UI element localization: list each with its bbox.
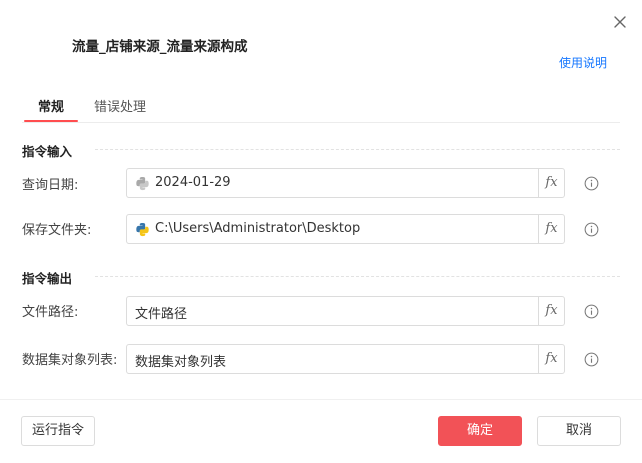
file-path-value: 文件路径 xyxy=(135,307,188,322)
query-date-value: 2024-01-29 xyxy=(155,175,231,190)
close-icon[interactable] xyxy=(610,12,630,32)
command-dialog: 流量_店铺来源_流量来源构成 使用说明 常规 错误处理 指令输入 查询日期: 2… xyxy=(0,0,642,463)
dataset-list-field[interactable]: 数据集对象列表 fx xyxy=(126,344,565,374)
python-icon xyxy=(136,222,149,237)
info-icon[interactable] xyxy=(584,352,599,367)
info-icon[interactable] xyxy=(584,176,599,191)
field-label-save-folder: 保存文件夹: xyxy=(22,223,92,238)
field-label-file-path: 文件路径: xyxy=(22,305,79,320)
field-label-query-date: 查询日期: xyxy=(22,178,79,193)
fx-button[interactable]: fx xyxy=(538,215,564,243)
file-path-field[interactable]: 文件路径 fx xyxy=(126,296,565,326)
python-icon xyxy=(136,176,149,191)
fx-button[interactable]: fx xyxy=(538,345,564,373)
info-icon[interactable] xyxy=(584,222,599,237)
tab-bar: 常规 错误处理 xyxy=(0,90,642,123)
help-link[interactable]: 使用说明 xyxy=(559,54,607,71)
dialog-title: 流量_店铺来源_流量来源构成 xyxy=(72,39,248,55)
tab-divider xyxy=(22,122,620,123)
run-command-button[interactable]: 运行指令 xyxy=(21,416,95,446)
section-divider xyxy=(95,149,620,150)
section-title-input: 指令输入 xyxy=(22,144,73,159)
save-folder-value: C:\Users\Administrator\Desktop xyxy=(155,221,361,236)
field-label-dataset-list: 数据集对象列表: xyxy=(22,353,118,368)
tab-error-handling[interactable]: 错误处理 xyxy=(94,96,146,115)
save-folder-field[interactable]: C:\Users\Administrator\Desktop fx xyxy=(126,214,565,244)
query-date-field[interactable]: 2024-01-29 fx xyxy=(126,168,565,198)
fx-button[interactable]: fx xyxy=(538,297,564,325)
section-divider xyxy=(95,276,620,277)
cancel-button[interactable]: 取消 xyxy=(537,416,621,446)
tab-general[interactable]: 常规 xyxy=(38,96,64,115)
fx-button[interactable]: fx xyxy=(538,169,564,197)
confirm-button[interactable]: 确定 xyxy=(438,416,522,446)
footer-divider xyxy=(0,399,642,400)
info-icon[interactable] xyxy=(584,304,599,319)
active-tab-indicator xyxy=(24,120,78,122)
section-title-output: 指令输出 xyxy=(22,271,73,286)
dataset-list-value: 数据集对象列表 xyxy=(135,355,227,370)
